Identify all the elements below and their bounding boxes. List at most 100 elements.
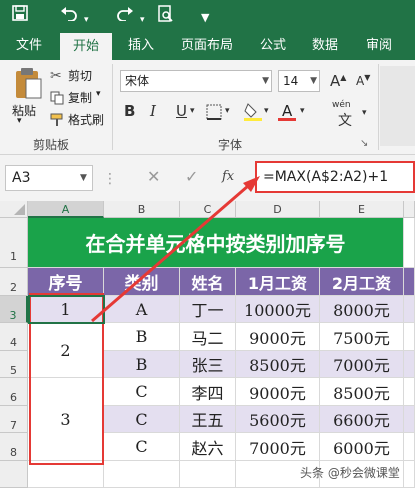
row-header-1[interactable]: 1: [0, 218, 28, 268]
empty-cell[interactable]: [180, 461, 236, 488]
row-header-7[interactable]: 7: [0, 406, 28, 433]
header-cell-feb-salary[interactable]: 2月工资: [320, 268, 404, 296]
category-cell[interactable]: B: [104, 351, 180, 378]
insert-function-icon[interactable]: fx: [222, 169, 234, 184]
category-cell[interactable]: C: [104, 433, 180, 461]
feb-salary-cell[interactable]: 6000元: [320, 433, 404, 461]
tab-page-layout[interactable]: 页面布局: [172, 31, 242, 60]
font-name-select[interactable]: 宋体 ▼: [120, 70, 272, 92]
fill-color-icon[interactable]: [244, 102, 262, 122]
copy-button[interactable]: 复制: [68, 89, 92, 106]
cell-f[interactable]: [404, 406, 415, 433]
shrink-font-button[interactable]: A▼: [356, 73, 370, 88]
row-header-9[interactable]: [0, 461, 28, 488]
seq-cell[interactable]: 1: [28, 296, 104, 323]
borders-icon[interactable]: [206, 104, 222, 120]
cancel-icon[interactable]: ✕: [147, 167, 160, 186]
save-icon[interactable]: [12, 5, 28, 26]
tab-insert[interactable]: 插入: [118, 31, 164, 60]
column-header-b[interactable]: B: [104, 201, 180, 218]
name-cell[interactable]: 王五: [180, 406, 236, 433]
cell-f2[interactable]: [404, 268, 415, 296]
column-header-a[interactable]: A: [28, 201, 104, 218]
font-size-select[interactable]: 14 ▼: [278, 70, 320, 92]
name-cell[interactable]: 赵六: [180, 433, 236, 461]
name-cell[interactable]: 丁一: [180, 296, 236, 323]
tab-file[interactable]: 文件: [6, 31, 52, 60]
jan-salary-cell[interactable]: 8500元: [236, 351, 320, 378]
paste-dropdown-icon[interactable]: ▾: [17, 116, 22, 126]
column-header-c[interactable]: C: [180, 201, 236, 218]
cell-f[interactable]: [404, 323, 415, 351]
paste-button[interactable]: 粘贴: [12, 102, 36, 119]
customize-qat-icon[interactable]: ▼: [201, 8, 209, 28]
dialog-launcher-icon[interactable]: ↘: [360, 138, 368, 149]
paste-icon[interactable]: [13, 66, 43, 100]
feb-salary-cell[interactable]: 8000元: [320, 296, 404, 323]
jan-salary-cell[interactable]: 9000元: [236, 378, 320, 406]
feb-salary-cell[interactable]: 7000元: [320, 351, 404, 378]
category-cell[interactable]: C: [104, 406, 180, 433]
undo-dropdown-icon[interactable]: ▾: [84, 10, 89, 30]
sheet-title[interactable]: 在合并单元格中按类别加序号: [28, 218, 404, 268]
column-header-d[interactable]: D: [236, 201, 320, 218]
phonetic-guide-icon[interactable]: wén: [332, 100, 351, 110]
jan-salary-cell[interactable]: 10000元: [236, 296, 320, 323]
row-header-3[interactable]: 3: [0, 296, 28, 323]
empty-cell[interactable]: [104, 461, 180, 488]
name-cell[interactable]: 李四: [180, 378, 236, 406]
select-all-corner[interactable]: [0, 201, 28, 218]
jan-salary-cell[interactable]: 9000元: [236, 323, 320, 351]
borders-dropdown-icon[interactable]: ▾: [225, 106, 230, 116]
cell-f[interactable]: [404, 378, 415, 406]
column-header-e[interactable]: E: [320, 201, 404, 218]
empty-cell[interactable]: [28, 461, 104, 488]
italic-button[interactable]: I: [150, 102, 156, 120]
copy-dropdown-icon[interactable]: ▾: [96, 89, 101, 99]
cut-button[interactable]: 剪切: [68, 67, 92, 84]
formula-input[interactable]: =MAX(A$2:A2)+1: [255, 161, 415, 193]
jan-salary-cell[interactable]: 5600元: [236, 406, 320, 433]
cell-f[interactable]: [404, 351, 415, 378]
feb-salary-cell[interactable]: 8500元: [320, 378, 404, 406]
redo-icon[interactable]: [116, 5, 134, 26]
fill-color-dropdown-icon[interactable]: ▾: [264, 106, 269, 116]
phonetic-dropdown-icon[interactable]: ▾: [362, 108, 367, 118]
cell-f1[interactable]: [404, 218, 415, 268]
header-cell-jan-salary[interactable]: 1月工资: [236, 268, 320, 296]
column-header-f[interactable]: [404, 201, 415, 218]
name-cell[interactable]: 张三: [180, 351, 236, 378]
row-header-6[interactable]: 6: [0, 378, 28, 406]
name-cell[interactable]: 马二: [180, 323, 236, 351]
undo-icon[interactable]: [60, 5, 78, 26]
feb-salary-cell[interactable]: 6600元: [320, 406, 404, 433]
font-color-icon[interactable]: A: [278, 102, 298, 122]
feb-salary-cell[interactable]: 7500元: [320, 323, 404, 351]
font-color-dropdown-icon[interactable]: ▾: [300, 106, 305, 116]
seq-cell[interactable]: 3: [28, 378, 104, 461]
enter-icon[interactable]: ✓: [185, 167, 198, 186]
grow-font-button[interactable]: A▲: [330, 72, 346, 90]
seq-cell[interactable]: 2: [28, 323, 104, 378]
cell-f[interactable]: [404, 296, 415, 323]
cell-f[interactable]: [404, 433, 415, 461]
jan-salary-cell[interactable]: 7000元: [236, 433, 320, 461]
tab-formulas[interactable]: 公式: [250, 31, 296, 60]
underline-dropdown-icon[interactable]: ▾: [190, 106, 195, 116]
print-preview-icon[interactable]: [158, 5, 174, 28]
tab-review[interactable]: 审阅: [356, 31, 402, 60]
row-header-5[interactable]: 5: [0, 351, 28, 378]
row-header-2[interactable]: 2: [0, 268, 28, 296]
bold-button[interactable]: B: [124, 102, 135, 120]
name-box-dropdown-icon[interactable]: ▼: [80, 173, 87, 183]
header-cell-name[interactable]: 姓名: [180, 268, 236, 296]
category-cell[interactable]: C: [104, 378, 180, 406]
row-header-4[interactable]: 4: [0, 323, 28, 351]
empty-cell[interactable]: [404, 461, 415, 488]
underline-button[interactable]: U: [176, 102, 187, 120]
category-cell[interactable]: A: [104, 296, 180, 323]
row-header-8[interactable]: 8: [0, 433, 28, 461]
header-cell-category[interactable]: 类别: [104, 268, 180, 296]
tab-data[interactable]: 数据: [302, 31, 348, 60]
redo-dropdown-icon[interactable]: ▾: [140, 10, 145, 30]
